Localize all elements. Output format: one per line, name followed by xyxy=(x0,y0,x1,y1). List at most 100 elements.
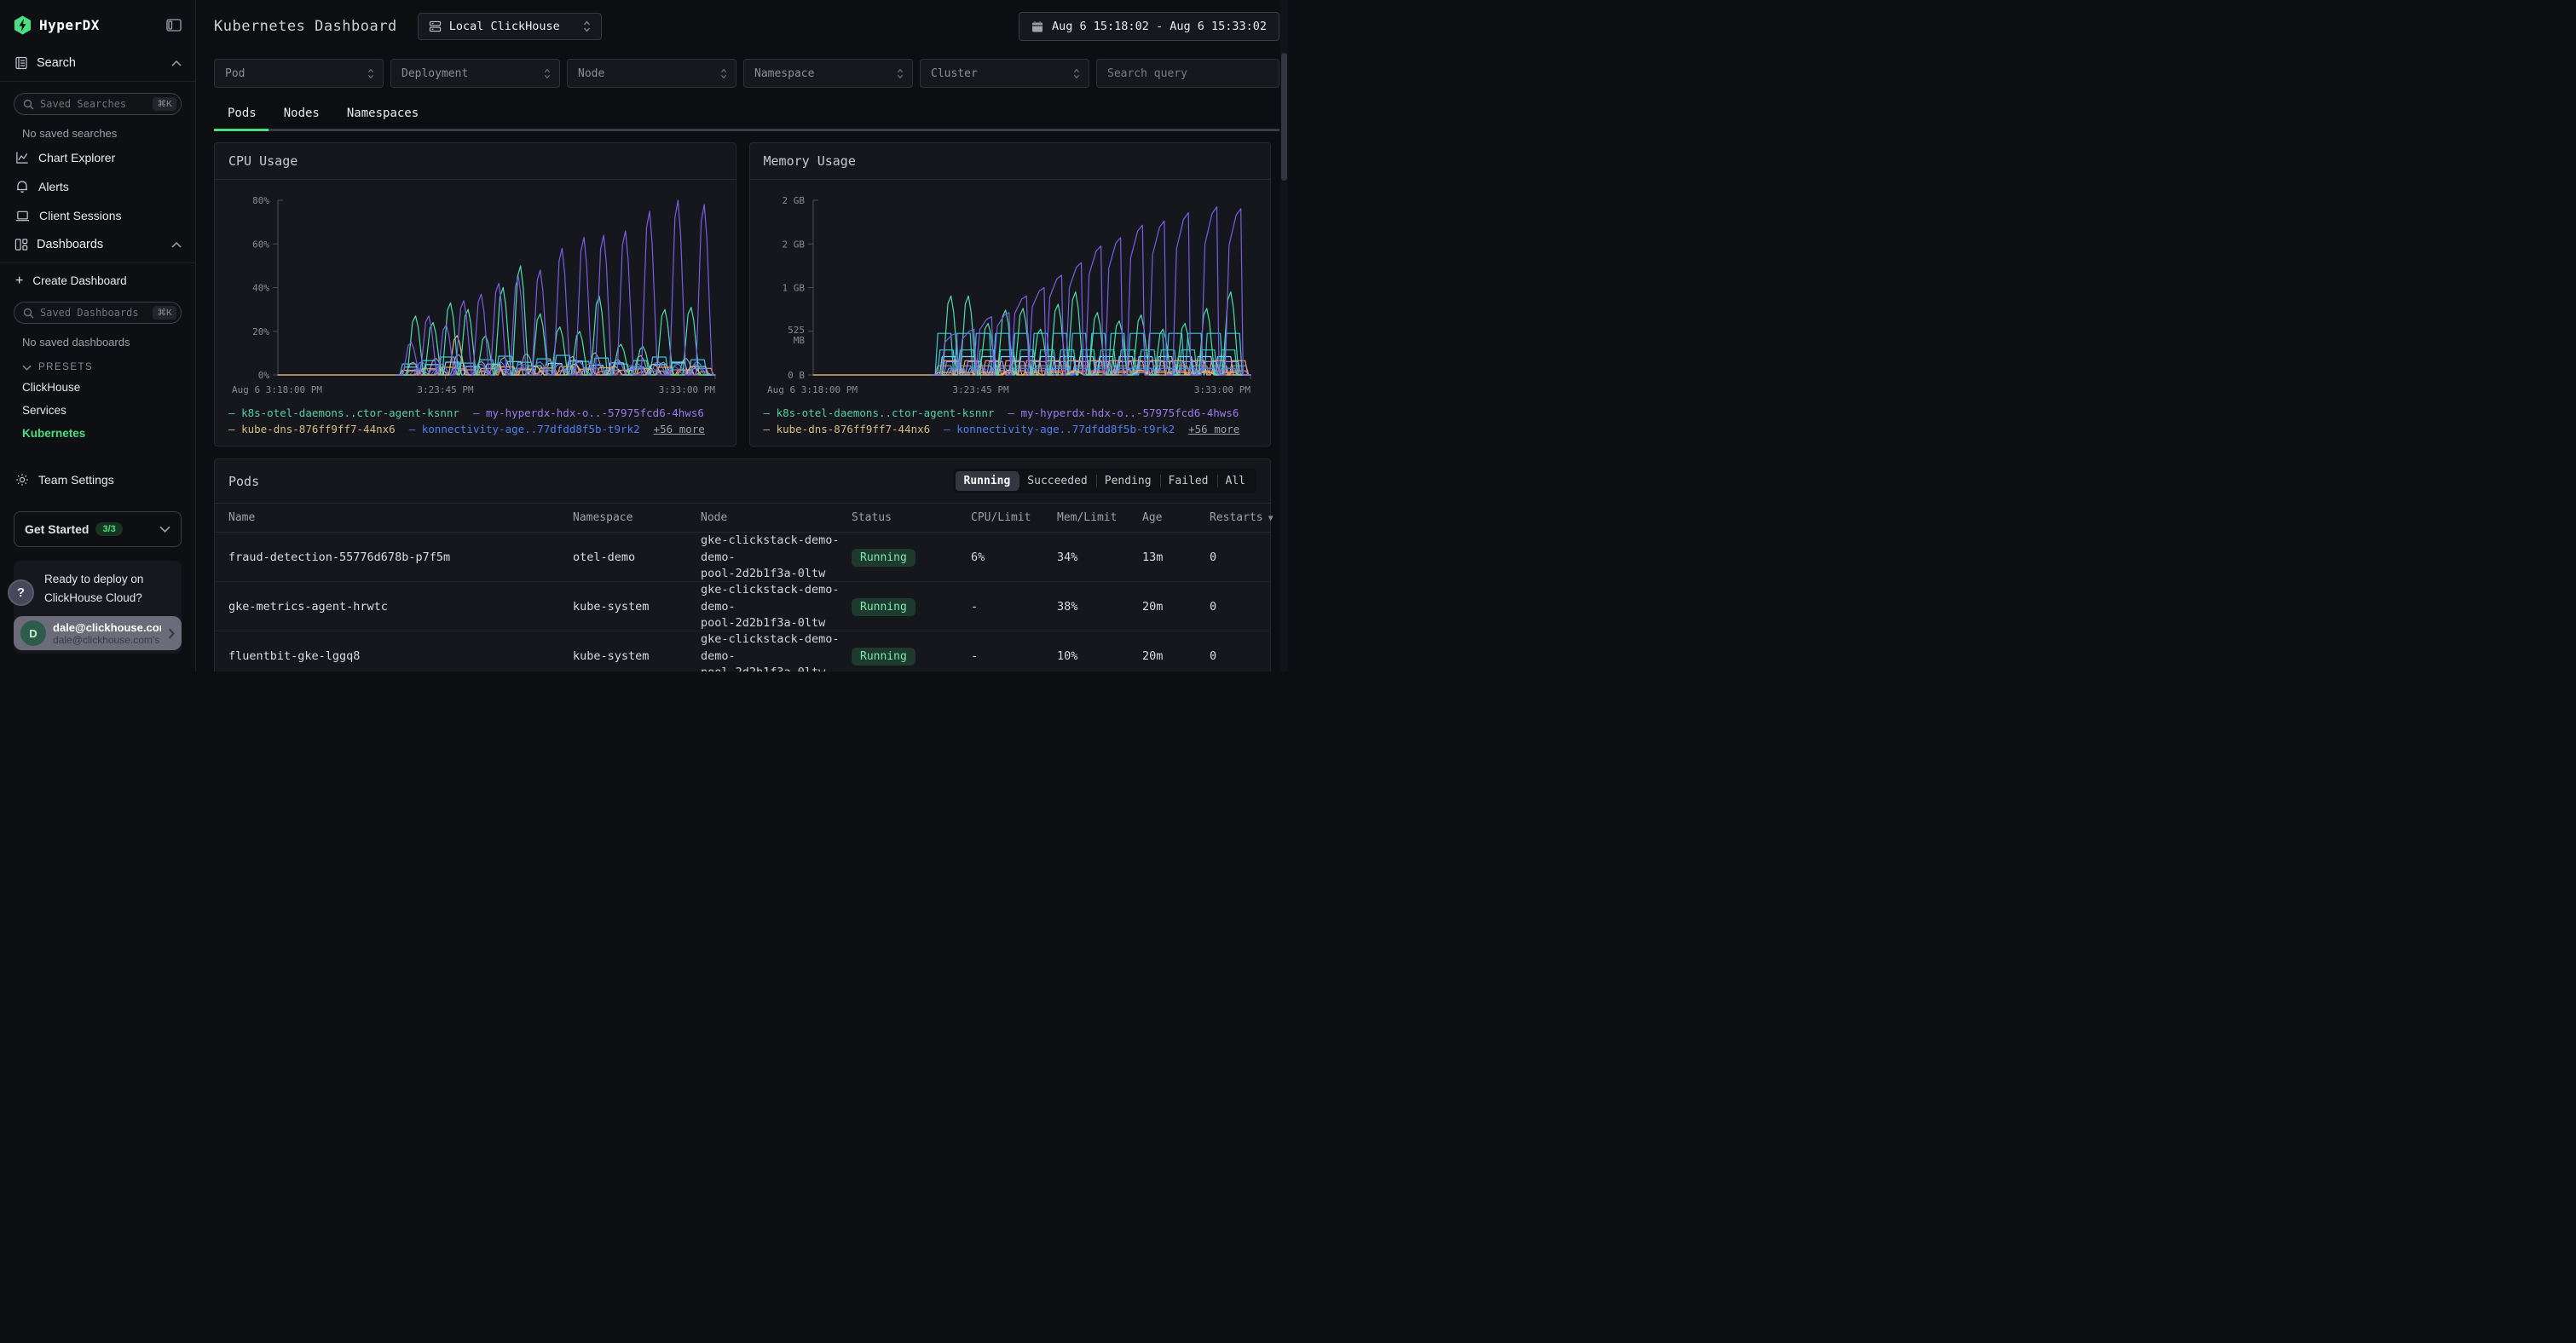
node-filter-select[interactable]: Node xyxy=(567,59,736,88)
dashboards-icon xyxy=(14,238,28,251)
legend-item[interactable]: — kube-dns-876ff9ff7-44nx6 xyxy=(228,423,396,435)
sidebar-item-team-settings[interactable]: Team Settings xyxy=(0,465,195,494)
sidebar-section-search[interactable]: Search xyxy=(0,43,195,82)
create-dashboard-button[interactable]: + Create Dashboard xyxy=(0,263,195,291)
presets-label: PRESETS xyxy=(38,362,93,372)
sidebar-item-label: Client Sessions xyxy=(39,209,182,222)
pod-age: 13m xyxy=(1142,550,1210,564)
pod-name: fluentbit-gke-lggq8 xyxy=(228,649,573,663)
legend-more-link[interactable]: +56 more xyxy=(1188,423,1239,435)
saved-searches-placeholder: Saved Searches xyxy=(40,98,147,110)
memory-usage-chart[interactable]: 2 GB2 GB1 GB525MB0 BAug 6 3:18:00 PM3:23… xyxy=(764,180,1252,400)
cpu-usage-title: CPU Usage xyxy=(215,143,736,180)
pod-restarts: 0 xyxy=(1210,649,1256,663)
cluster-filter-select[interactable]: Cluster xyxy=(920,59,1089,88)
cpu-usage-chart[interactable]: 80%60%40%20%0%Aug 6 3:18:00 PM3:23:45 PM… xyxy=(228,180,717,400)
hyperdx-logo-icon xyxy=(13,15,32,35)
legend-item[interactable]: — k8s-otel-daemons..ctor-agent-ksnnr xyxy=(764,406,995,419)
pod-namespace: kube-system xyxy=(573,600,701,614)
sidebar-preset-services[interactable]: Services xyxy=(0,399,195,422)
status-filter-all[interactable]: All xyxy=(1217,471,1254,491)
tab-nodes[interactable]: Nodes xyxy=(270,101,333,129)
svg-text:1 GB: 1 GB xyxy=(782,283,805,294)
svg-text:3:23:45 PM: 3:23:45 PM xyxy=(417,384,474,395)
status-filter-running[interactable]: Running xyxy=(956,471,1019,491)
sidebar-section-dashboards[interactable]: Dashboards xyxy=(0,230,195,263)
scrollbar-track[interactable] xyxy=(1280,0,1288,672)
status-filter-pending[interactable]: Pending xyxy=(1096,471,1160,491)
server-icon xyxy=(429,20,442,32)
status-filter-failed[interactable]: Failed xyxy=(1160,471,1217,491)
get-started-progress-badge: 3/3 xyxy=(95,522,122,536)
presets-toggle[interactable]: PRESETS xyxy=(0,352,195,376)
column-header-status[interactable]: Status xyxy=(852,511,971,524)
svg-text:0%: 0% xyxy=(258,370,270,381)
dashboards-section-label: Dashboards xyxy=(37,238,163,251)
deployment-filter-select[interactable]: Deployment xyxy=(390,59,560,88)
legend-item[interactable]: — my-hyperdx-hdx-o..-57975fcd6-4hws6 xyxy=(1008,406,1239,419)
get-started-button[interactable]: Get Started 3/3 xyxy=(14,511,182,547)
table-row[interactable]: gke-metrics-agent-hrwtc kube-system gke-… xyxy=(215,582,1270,631)
pod-filter-placeholder: Pod xyxy=(225,67,367,80)
search-query-input[interactable]: Search query xyxy=(1096,59,1279,88)
sort-desc-icon: ▼ xyxy=(1268,514,1274,523)
date-range-picker[interactable]: Aug 6 15:18:02 - Aug 6 15:33:02 xyxy=(1019,12,1279,41)
saved-searches-input[interactable]: Saved Searches ⌘K xyxy=(14,93,182,115)
pod-node: gke-clickstack-demo-demo-pool-2d2b1f3a-0… xyxy=(701,582,852,632)
legend-item[interactable]: — kube-dns-876ff9ff7-44nx6 xyxy=(764,423,931,435)
select-chevrons-icon xyxy=(583,20,591,32)
column-header-mem[interactable]: Mem/Limit xyxy=(1057,511,1142,524)
user-account-chip[interactable]: D dale@clickhouse.com dale@clickhouse.co… xyxy=(14,616,182,650)
cloud-promo-line1: Ready to deploy on xyxy=(44,570,173,589)
select-chevrons-icon xyxy=(367,68,374,79)
tab-namespaces[interactable]: Namespaces xyxy=(333,101,432,129)
view-tabs: Pods Nodes Namespaces xyxy=(214,101,1279,131)
datasource-value: Local ClickHouse xyxy=(449,20,560,33)
column-header-node[interactable]: Node xyxy=(701,511,852,524)
help-icon[interactable]: ? xyxy=(8,579,34,606)
scrollbar-thumb[interactable] xyxy=(1281,53,1287,181)
namespace-filter-select[interactable]: Namespace xyxy=(743,59,913,88)
get-started-label: Get Started xyxy=(25,522,89,536)
pod-cpu: - xyxy=(971,600,1057,614)
create-dashboard-label: Create Dashboard xyxy=(32,274,182,287)
chevron-down-icon xyxy=(159,526,170,533)
legend-more-link[interactable]: +56 more xyxy=(654,423,705,435)
gear-icon xyxy=(15,473,29,487)
sidebar-preset-kubernetes[interactable]: Kubernetes xyxy=(0,422,195,445)
datasource-select[interactable]: Local ClickHouse xyxy=(418,13,602,40)
shortcut-badge: ⌘K xyxy=(153,306,176,320)
sidebar-item-client-sessions[interactable]: Client Sessions xyxy=(0,201,195,230)
legend-item[interactable]: — my-hyperdx-hdx-o..-57975fcd6-4hws6 xyxy=(473,406,704,419)
column-header-cpu[interactable]: CPU/Limit xyxy=(971,511,1057,524)
pods-panel: Pods Running Succeeded Pending Failed Al… xyxy=(214,458,1271,672)
pod-name: gke-metrics-agent-hrwtc xyxy=(228,600,573,614)
avatar: D xyxy=(20,620,46,646)
filter-bar: Pod Deployment Node Namespace Cluster Se… xyxy=(214,59,1279,88)
pod-name: fraud-detection-55776d678b-p7f5m xyxy=(228,550,573,564)
column-header-age[interactable]: Age xyxy=(1142,511,1210,524)
sidebar-item-alerts[interactable]: Alerts xyxy=(0,172,195,201)
pod-namespace: otel-demo xyxy=(573,550,701,564)
column-header-name[interactable]: Name xyxy=(228,511,573,524)
legend-item[interactable]: — konnectivity-age..77dfdd8f5b-t9rk2 xyxy=(409,423,640,435)
pod-age: 20m xyxy=(1142,649,1210,663)
status-filter-succeeded[interactable]: Succeeded xyxy=(1019,471,1095,491)
sidebar-preset-clickhouse[interactable]: ClickHouse xyxy=(0,376,195,399)
cpu-usage-card: CPU Usage 80%60%40%20%0%Aug 6 3:18:00 PM… xyxy=(214,142,736,447)
tab-pods[interactable]: Pods xyxy=(214,101,270,129)
table-row[interactable]: fraud-detection-55776d678b-p7f5m otel-de… xyxy=(215,533,1270,582)
legend-item[interactable]: — k8s-otel-daemons..ctor-agent-ksnnr xyxy=(228,406,459,419)
table-row[interactable]: fluentbit-gke-lggq8 kube-system gke-clic… xyxy=(215,631,1270,672)
saved-dashboards-input[interactable]: Saved Dashboards ⌘K xyxy=(14,302,182,324)
column-header-restarts[interactable]: Restarts▼ xyxy=(1210,511,1274,524)
date-range-value: Aug 6 15:18:02 - Aug 6 15:33:02 xyxy=(1052,20,1267,33)
column-header-namespace[interactable]: Namespace xyxy=(573,511,701,524)
cluster-filter-placeholder: Cluster xyxy=(931,67,1073,80)
sidebar-collapse-icon[interactable] xyxy=(166,19,182,32)
pod-filter-select[interactable]: Pod xyxy=(214,59,384,88)
select-chevrons-icon xyxy=(1073,68,1080,79)
sidebar-item-chart-explorer[interactable]: Chart Explorer xyxy=(0,143,195,172)
user-team: dale@clickhouse.com's xyxy=(53,634,161,646)
legend-item[interactable]: — konnectivity-age..77dfdd8f5b-t9rk2 xyxy=(944,423,1175,435)
